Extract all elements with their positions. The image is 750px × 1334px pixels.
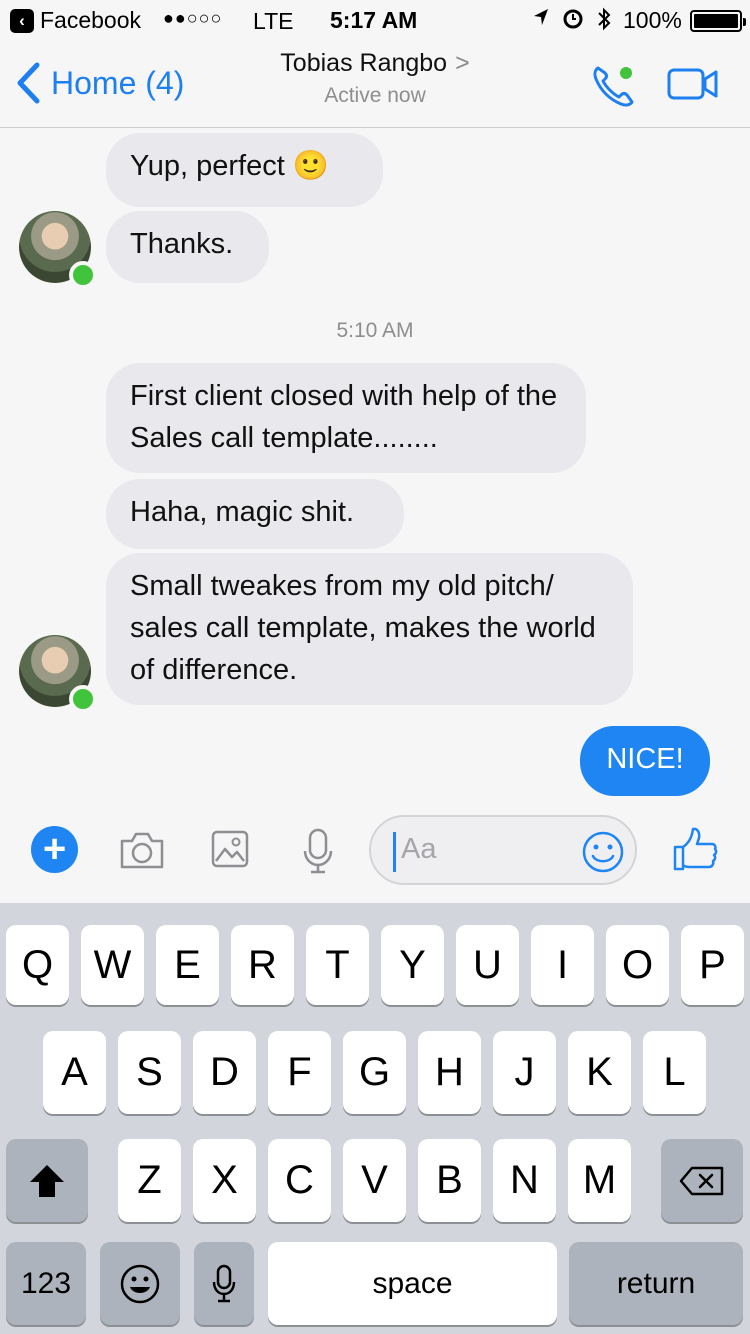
online-indicator	[69, 685, 97, 713]
key-j[interactable]: J	[493, 1031, 556, 1114]
contact-name: Tobias Rangbo	[280, 49, 448, 77]
keyboard: Q W E R T Y U I O P A S D F G H J K L Z …	[0, 903, 750, 1334]
key-k[interactable]: K	[568, 1031, 631, 1114]
conversation-header: Home (4) Tobias Rangbo > Active now	[0, 40, 750, 128]
message-placeholder: Aa	[401, 833, 437, 865]
text-caret	[393, 832, 396, 872]
backspace-icon	[679, 1166, 724, 1195]
emoji-icon	[120, 1264, 160, 1303]
emoji-icon[interactable]	[581, 830, 625, 874]
key-t[interactable]: T	[306, 925, 369, 1005]
message-bubble[interactable]: Small tweakes from my old pitch/ sales c…	[106, 553, 633, 705]
key-v[interactable]: V	[343, 1139, 406, 1222]
key-w[interactable]: W	[81, 925, 144, 1005]
message-input[interactable]: Aa	[369, 815, 637, 885]
key-s[interactable]: S	[118, 1031, 181, 1114]
shift-key[interactable]	[6, 1139, 88, 1222]
photo-icon[interactable]	[210, 829, 250, 869]
thumbs-up-icon[interactable]	[672, 825, 718, 873]
carrier-label: LTE	[253, 8, 294, 34]
message-bubble[interactable]: First client closed with help of the Sal…	[106, 363, 586, 473]
key-p[interactable]: P	[681, 925, 744, 1005]
backspace-key[interactable]	[661, 1139, 743, 1222]
key-l[interactable]: L	[643, 1031, 706, 1114]
message-bubble[interactable]: Thanks.	[106, 211, 269, 283]
video-call-icon[interactable]	[666, 66, 720, 102]
space-key[interactable]: space	[268, 1242, 557, 1325]
battery-icon	[690, 10, 746, 32]
key-n[interactable]: N	[493, 1139, 556, 1222]
emoji-keyboard-key[interactable]	[100, 1242, 180, 1325]
key-f[interactable]: F	[268, 1031, 331, 1114]
chevron-left-icon: ‹	[10, 8, 34, 33]
composer-bar: + Aa	[0, 799, 750, 903]
shift-arrow-icon	[30, 1164, 64, 1197]
message-bubble[interactable]: Yup, perfect 🙂	[106, 133, 383, 207]
battery-percent: 100%	[623, 7, 682, 33]
key-o[interactable]: O	[606, 925, 669, 1005]
avatar[interactable]	[19, 211, 97, 289]
key-h[interactable]: H	[418, 1031, 481, 1114]
message-bubble-outgoing[interactable]: NICE!	[580, 726, 710, 796]
return-key[interactable]: return	[569, 1242, 743, 1325]
alarm-icon	[563, 9, 583, 29]
microphone-icon	[212, 1264, 236, 1302]
key-x[interactable]: X	[193, 1139, 256, 1222]
key-g[interactable]: G	[343, 1031, 406, 1114]
avatar[interactable]	[19, 635, 97, 713]
status-time: 5:17 AM	[330, 7, 418, 33]
key-i[interactable]: I	[531, 925, 594, 1005]
message-thread: Yup, perfect 🙂 Thanks. 5:10 AM First cli…	[0, 129, 750, 799]
back-to-app[interactable]: ‹ Facebook	[10, 7, 141, 34]
online-indicator	[69, 261, 97, 289]
location-arrow-icon	[534, 9, 548, 25]
message-bubble[interactable]: Haha, magic shit.	[106, 479, 404, 549]
key-z[interactable]: Z	[118, 1139, 181, 1222]
numbers-key[interactable]: 123	[6, 1242, 86, 1325]
key-y[interactable]: Y	[381, 925, 444, 1005]
message-timestamp: 5:10 AM	[336, 319, 414, 342]
key-c[interactable]: C	[268, 1139, 331, 1222]
camera-icon[interactable]	[118, 829, 166, 871]
key-q[interactable]: Q	[6, 925, 69, 1005]
key-b[interactable]: B	[418, 1139, 481, 1222]
chevron-right-icon: >	[455, 49, 470, 77]
dictation-key[interactable]	[194, 1242, 254, 1325]
phone-call-icon[interactable]	[590, 62, 638, 110]
key-a[interactable]: A	[43, 1031, 106, 1114]
back-app-label: Facebook	[40, 7, 142, 33]
plus-icon[interactable]: +	[31, 826, 78, 873]
key-r[interactable]: R	[231, 925, 294, 1005]
key-u[interactable]: U	[456, 925, 519, 1005]
signal-strength: ●●○○○	[163, 8, 223, 28]
key-d[interactable]: D	[193, 1031, 256, 1114]
microphone-icon[interactable]	[301, 827, 335, 875]
key-m[interactable]: M	[568, 1139, 631, 1222]
bluetooth-icon	[598, 7, 611, 31]
status-bar: ‹ Facebook ●●○○○ LTE 5:17 AM 100%	[0, 0, 750, 40]
key-e[interactable]: E	[156, 925, 219, 1005]
